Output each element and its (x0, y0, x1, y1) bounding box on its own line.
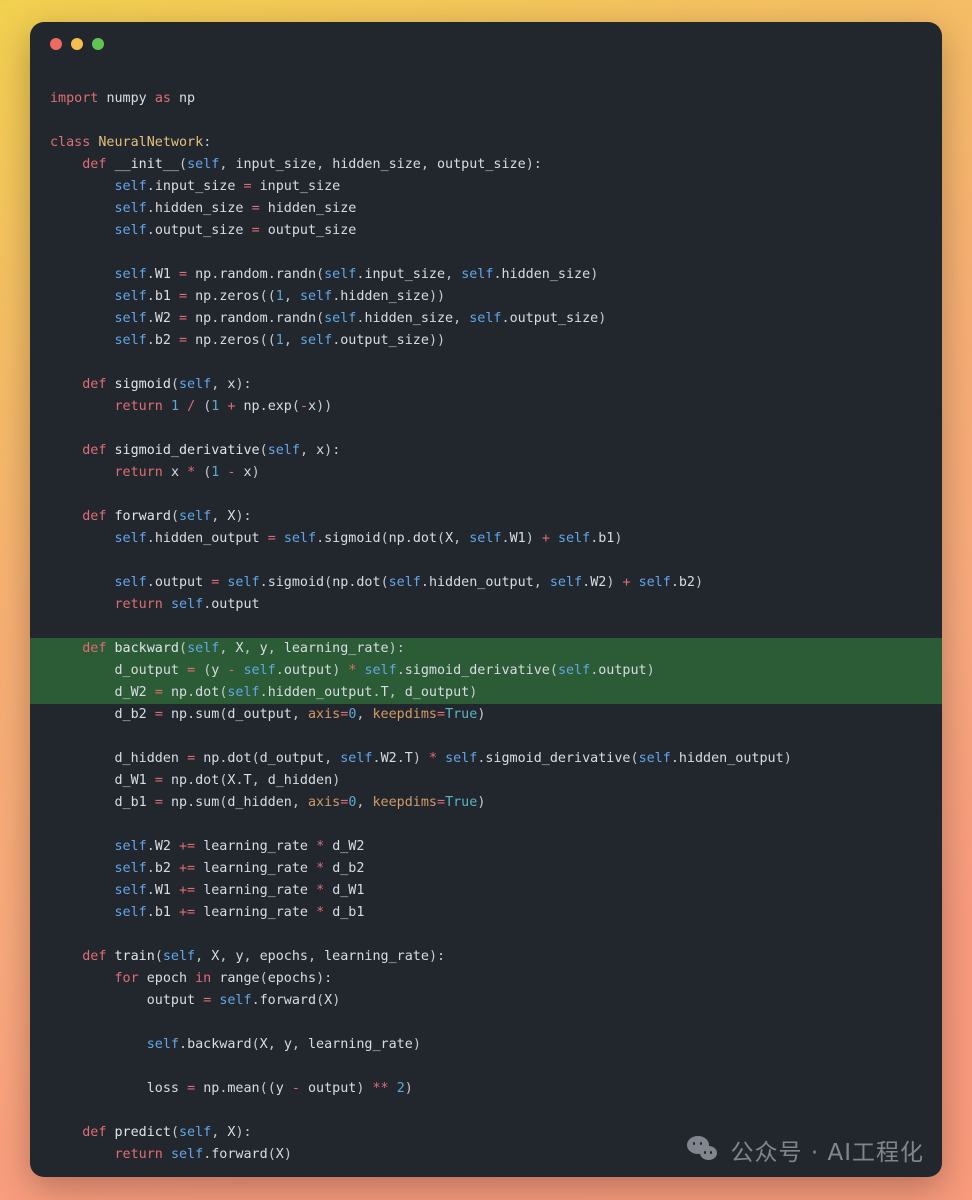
code-line: def sigmoid_derivative(self, x): (82, 443, 341, 458)
close-button[interactable] (50, 38, 62, 50)
code-line: def forward(self, X): (82, 509, 252, 524)
code-line: for epoch in range(epochs): (114, 971, 333, 986)
code-line: self.hidden_size = hidden_size (114, 201, 357, 216)
code-line: def __init__(self, input_size, hidden_si… (82, 157, 542, 172)
code-line: d_W1 = np.dot(X.T, d_hidden) (114, 773, 341, 788)
watermark: 公众号 · AI工程化 (686, 1133, 924, 1167)
code-line: d_b1 = np.sum(d_hidden, axis=0, keepdims… (114, 795, 486, 810)
code-line: class NeuralNetwork: (50, 135, 212, 150)
code-line: d_output = (y - self.output) * self.sigm… (30, 660, 942, 682)
code-line: self.b2 += learning_rate * d_b2 (114, 861, 365, 876)
code-line: self.b2 = np.zeros((1, self.output_size)… (114, 333, 446, 348)
code-line: def sigmoid(self, x): (82, 377, 252, 392)
code-line: return 1 / (1 + np.exp(-x)) (114, 399, 333, 414)
code-line: self.W2 += learning_rate * d_W2 (114, 839, 365, 854)
code-line: self.input_size = input_size (114, 179, 341, 194)
code-line: self.W1 += learning_rate * d_W1 (114, 883, 365, 898)
code-line: d_hidden = np.dot(d_output, self.W2.T) *… (114, 751, 792, 766)
code-line: self.hidden_output = self.sigmoid(np.dot… (114, 531, 623, 546)
code-line: self.output_size = output_size (114, 223, 357, 238)
code-line: def train(self, X, y, epochs, learning_r… (82, 949, 446, 964)
code-line: self.b1 = np.zeros((1, self.hidden_size)… (114, 289, 446, 304)
code-line: def backward(self, X, y, learning_rate): (30, 638, 942, 660)
code-editor-area[interactable]: import numpy as np class NeuralNetwork: … (30, 66, 942, 1166)
code-line: loss = np.mean((y - output) ** 2) (146, 1081, 413, 1096)
code-line: self.b1 += learning_rate * d_b1 (114, 905, 365, 920)
minimize-button[interactable] (71, 38, 83, 50)
code-line: self.output = self.sigmoid(np.dot(self.h… (114, 575, 704, 590)
code-line: import numpy as np (50, 91, 196, 106)
code-block[interactable]: import numpy as np class NeuralNetwork: … (30, 66, 942, 1166)
code-line: return x * (1 - x) (114, 465, 260, 480)
wechat-icon (686, 1136, 721, 1164)
code-line: d_W2 = np.dot(self.hidden_output.T, d_ou… (30, 682, 942, 704)
watermark-text: 公众号 · AI工程化 (730, 1140, 924, 1166)
code-line: d_b2 = np.sum(d_output, axis=0, keepdims… (114, 707, 486, 722)
code-line: return self.output (114, 597, 260, 612)
code-line: output = self.forward(X) (146, 993, 341, 1008)
code-line: self.backward(X, y, learning_rate) (146, 1037, 421, 1052)
code-line: self.W2 = np.random.randn(self.hidden_si… (114, 311, 607, 326)
code-window-card: import numpy as np class NeuralNetwork: … (30, 22, 942, 1177)
maximize-button[interactable] (92, 38, 104, 50)
window-titlebar (30, 22, 942, 66)
code-line: self.W1 = np.random.randn(self.input_siz… (114, 267, 599, 282)
